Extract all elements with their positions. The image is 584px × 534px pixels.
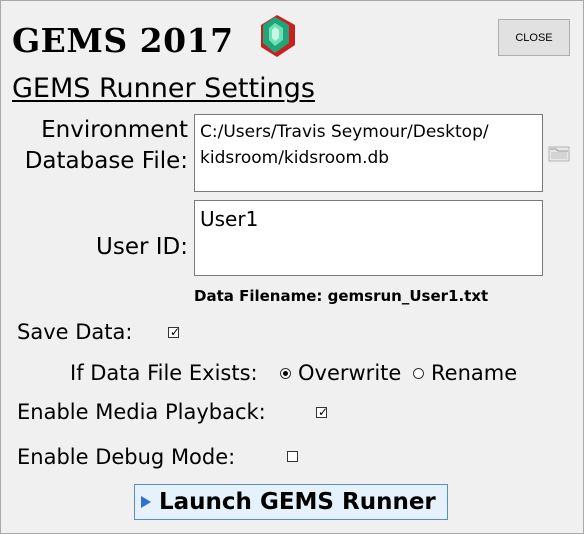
close-button[interactable]: CLOSE <box>498 19 570 56</box>
check-icon: ✓ <box>170 325 181 339</box>
gem-logo-icon <box>261 15 295 57</box>
env-db-value-line1: C:/Users/Travis Seymour/Desktop/ <box>200 122 489 142</box>
app-title: GEMS 2017 <box>12 21 234 60</box>
env-db-label-line2: Database File: <box>24 148 188 174</box>
env-db-value-line2: kidsroom/kidsroom.db <box>200 148 390 168</box>
play-icon <box>141 496 151 508</box>
env-db-file-field[interactable]: C:/Users/Travis Seymour/Desktop/ kidsroo… <box>194 114 543 192</box>
file-exists-label: If Data File Exists: <box>70 361 258 385</box>
launch-gems-runner-button[interactable]: Launch GEMS Runner <box>134 484 448 520</box>
save-data-checkbox[interactable]: ✓ <box>168 325 181 339</box>
debug-mode-label: Enable Debug Mode: <box>17 445 236 469</box>
rename-label: Rename <box>431 361 518 385</box>
rename-radio[interactable] <box>413 368 424 379</box>
debug-mode-checkbox[interactable] <box>287 451 298 462</box>
data-filename: Data Filename: gemsrun_User1.txt <box>194 287 489 305</box>
radio-selected-dot <box>283 371 288 376</box>
media-playback-checkbox[interactable]: ✓ <box>316 405 329 419</box>
save-data-label: Save Data: <box>17 320 133 344</box>
launch-label: Launch GEMS Runner <box>159 489 436 515</box>
media-playback-label: Enable Media Playback: <box>17 400 266 424</box>
user-id-label: User ID: <box>96 234 188 260</box>
overwrite-radio[interactable] <box>280 368 291 379</box>
env-db-label: Environment Database File: <box>20 115 188 177</box>
settings-heading: GEMS Runner Settings <box>12 73 315 104</box>
overwrite-label: Overwrite <box>298 361 402 385</box>
settings-window: GEMS 2017 CLOSE GEMS Runner Settings Env… <box>0 0 584 534</box>
env-db-label-line1: Environment <box>41 117 188 143</box>
folder-icon[interactable] <box>548 144 570 162</box>
check-icon: ✓ <box>318 405 329 419</box>
user-id-field[interactable]: User1 <box>194 200 543 276</box>
